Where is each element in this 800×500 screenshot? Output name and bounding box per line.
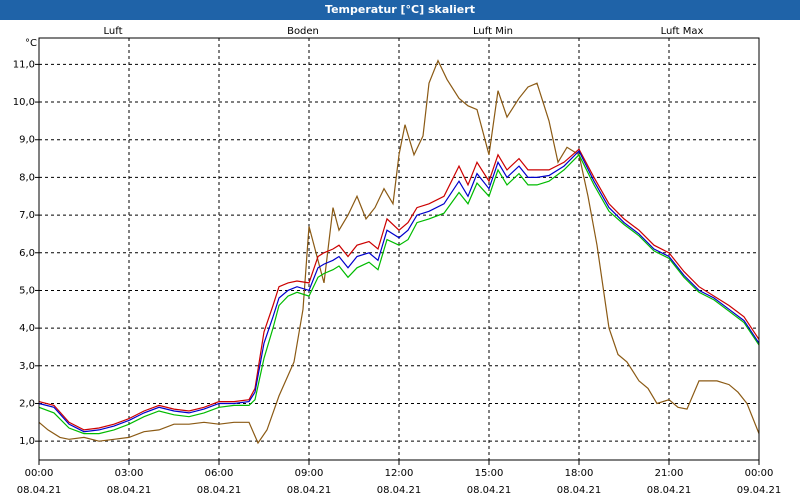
- x-tick-label-time: 00:00: [745, 468, 774, 479]
- x-tick-label-time: 03:00: [115, 468, 144, 479]
- x-tick-label-date: 08.04.21: [107, 485, 152, 496]
- x-tick-label-date: 08.04.21: [287, 485, 332, 496]
- y-tick-label: 11,0: [13, 59, 35, 70]
- y-axis-label: °C: [25, 38, 37, 49]
- y-tick-label: 7,0: [19, 210, 35, 221]
- y-tick-label: 1,0: [19, 436, 35, 447]
- x-tick-label-date: 08.04.21: [467, 485, 512, 496]
- x-tick-label-time: 15:00: [475, 468, 504, 479]
- x-tick-label-date: 08.04.21: [17, 485, 62, 496]
- legend-entry-boden: Boden: [287, 26, 319, 37]
- legend-entry-luft-max: Luft Max: [661, 26, 704, 37]
- y-tick-label: 10,0: [13, 97, 35, 108]
- y-tick-label: 5,0: [19, 285, 35, 296]
- y-tick-label: 6,0: [19, 248, 35, 259]
- x-tick-label-time: 06:00: [205, 468, 234, 479]
- y-tick-label: 4,0: [19, 323, 35, 334]
- y-tick-label: 3,0: [19, 361, 35, 372]
- x-tick-label-date: 08.04.21: [647, 485, 692, 496]
- x-tick-label-time: 21:00: [655, 468, 684, 479]
- x-tick-label-time: 18:00: [565, 468, 594, 479]
- y-tick-label: 8,0: [19, 172, 35, 183]
- x-tick-label-time: 09:00: [295, 468, 324, 479]
- x-tick-label-date: 08.04.21: [377, 485, 422, 496]
- legend-entry-luft: Luft: [104, 26, 123, 37]
- x-tick-label-time: 00:00: [25, 468, 54, 479]
- chart-title: Temperatur [°C] skaliert: [0, 0, 800, 20]
- x-tick-label-date: 08.04.21: [557, 485, 602, 496]
- temperature-chart: 1,0 2,0 3,0 4,0 5,0 6,0 7,0 8,0 9,0 10,0 11,0 00:00…: [0, 20, 800, 500]
- x-tick-label-date: 09.04.21: [737, 485, 782, 496]
- legend-entry-luft-min: Luft Min: [473, 26, 513, 37]
- x-tick-label-date: 08.04.21: [197, 485, 242, 496]
- y-tick-label: 2,0: [19, 398, 35, 409]
- y-tick-label: 9,0: [19, 135, 35, 146]
- x-tick-label-time: 12:00: [385, 468, 414, 479]
